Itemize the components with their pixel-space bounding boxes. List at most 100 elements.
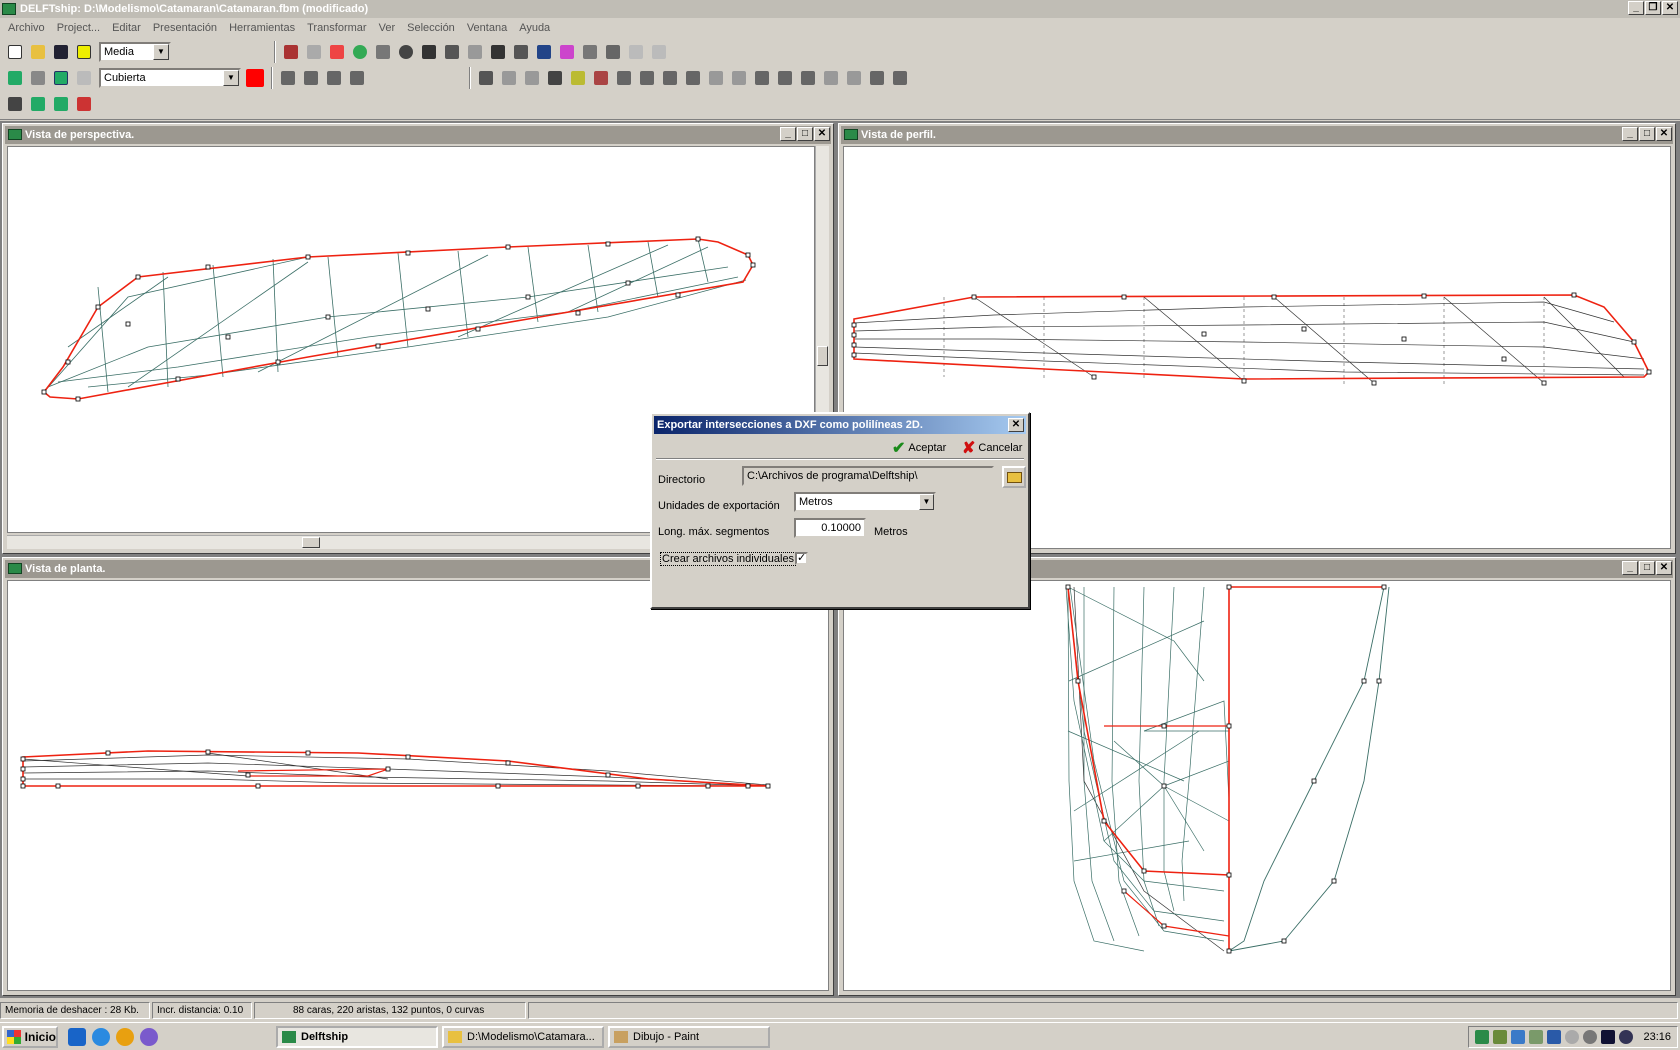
maximize-button[interactable]: □ [1639,561,1655,575]
edit-tool-10-button[interactable] [682,67,704,89]
view-tool-3-button[interactable] [323,67,345,89]
edit-tool-9-button[interactable] [659,67,681,89]
maximize-button[interactable]: □ [797,127,813,141]
show-desktop-icon[interactable] [68,1027,86,1046]
individual-files-label[interactable]: Crear archivos individuales [660,552,797,566]
edit-tool-18-button[interactable] [866,67,888,89]
precision-select[interactable]: Media ▼ [99,42,171,62]
edit-tool-2-button[interactable] [498,67,520,89]
menu-transformar[interactable]: Transformar [301,22,373,34]
menu-project[interactable]: Project... [51,22,106,34]
view-tool-2-button[interactable] [300,67,322,89]
internet-explorer-icon[interactable] [92,1027,110,1046]
dialog-titlebar[interactable]: Exportar intersecciones a DXF como polil… [654,416,1026,434]
tray-app-icon[interactable] [1475,1030,1490,1044]
layer-visibility-button[interactable] [27,67,49,89]
menu-seleccion[interactable]: Selección [401,22,461,34]
flow-lines-button[interactable] [533,41,555,63]
plan-viewport[interactable]: Vista de planta. _ □ ✕ [2,557,834,996]
edit-tool-13-button[interactable] [751,67,773,89]
minimize-button[interactable]: _ [1628,1,1644,15]
hydro-tool-1-button[interactable] [4,93,26,115]
curve-1-button[interactable] [625,41,647,63]
buttocks-button[interactable] [441,41,463,63]
edit-tool-19-button[interactable] [889,67,911,89]
edit-tool-17-button[interactable] [843,67,865,89]
open-file-button[interactable] [27,41,49,63]
tray-app-icon[interactable] [1493,1030,1508,1044]
edit-tool-1-button[interactable] [475,67,497,89]
restore-button[interactable]: ❐ [1645,1,1661,15]
clock[interactable]: 23:16 [1643,1031,1671,1043]
profile-view-titlebar[interactable]: Vista de perfil. _ □ ✕ [841,126,1673,144]
shade-button[interactable] [395,41,417,63]
edit-tool-12-button[interactable] [728,67,750,89]
volume-icon[interactable] [1619,1030,1634,1044]
show-interior-edges-button[interactable] [326,41,348,63]
layers-button[interactable] [4,67,26,89]
close-button[interactable]: ✕ [1656,127,1672,141]
close-button[interactable]: ✕ [814,127,830,141]
new-file-button[interactable] [4,41,26,63]
max-segment-input[interactable]: 0.10000 [794,518,866,538]
start-button[interactable]: Inicio [2,1025,58,1048]
tray-app-icon[interactable] [1529,1030,1544,1044]
chevron-down-icon[interactable]: ▼ [919,494,934,510]
edit-tool-5-button[interactable] [567,67,589,89]
task-paint[interactable]: Dibujo - Paint [608,1025,770,1048]
show-control-net-button[interactable] [280,41,302,63]
menu-archivo[interactable]: Archivo [2,22,51,34]
chevron-down-icon[interactable]: ▼ [153,44,169,60]
minimize-button[interactable]: _ [1622,127,1638,141]
delftship-app-icon[interactable] [2,3,16,15]
tray-app-icon[interactable] [1601,1030,1616,1044]
chevron-down-icon[interactable]: ▼ [223,70,239,86]
maximize-button[interactable]: □ [1639,127,1655,141]
messenger-icon[interactable] [116,1027,134,1046]
plan-canvas[interactable] [7,580,829,991]
edit-tool-3-button[interactable] [521,67,543,89]
menu-herramientas[interactable]: Herramientas [223,22,301,34]
scrollbar-thumb[interactable] [302,537,320,548]
show-normals-button[interactable] [349,41,371,63]
task-explorer-folder[interactable]: D:\Modelismo\Catamara... [442,1025,604,1048]
menu-ver[interactable]: Ver [373,22,402,34]
edit-tool-4-button[interactable] [544,67,566,89]
layer-select[interactable]: Cubierta ▼ [99,68,241,88]
tray-app-icon[interactable] [1583,1030,1598,1044]
tray-app-icon[interactable] [1565,1030,1580,1044]
menu-presentacion[interactable]: Presentación [147,22,223,34]
bodyplan-viewport[interactable]: _ □ ✕ [838,557,1676,996]
design-hydro-button[interactable] [602,41,624,63]
view-tool-1-button[interactable] [277,67,299,89]
browse-folder-button[interactable] [1002,466,1026,488]
layer-grid-button[interactable] [73,67,95,89]
close-button[interactable]: ✕ [1662,1,1678,15]
view-tool-4-button[interactable] [346,67,368,89]
edit-tool-14-button[interactable] [774,67,796,89]
dialog-close-button[interactable]: ✕ [1008,418,1024,432]
menu-ayuda[interactable]: Ayuda [513,22,556,34]
media-player-icon[interactable] [140,1027,158,1046]
minimize-button[interactable]: _ [780,127,796,141]
edit-tool-16-button[interactable] [820,67,842,89]
hydro-tool-3-button[interactable] [50,93,72,115]
directory-field[interactable]: C:\Archivos de programa\Delftship\ [742,466,994,486]
edit-tool-6-button[interactable] [590,67,612,89]
cancel-button[interactable]: ✘ Cancelar [962,438,1022,458]
bodyplan-canvas[interactable] [843,580,1671,991]
edit-tool-11-button[interactable] [705,67,727,89]
edit-tool-7-button[interactable] [613,67,635,89]
curvature-button[interactable] [556,41,578,63]
edit-tool-15-button[interactable] [797,67,819,89]
markers-button[interactable] [579,41,601,63]
task-delftship[interactable]: Delftship [276,1025,438,1048]
network-icon[interactable] [1547,1030,1562,1044]
show-grid-button[interactable] [372,41,394,63]
diagonals-button[interactable] [487,41,509,63]
close-button[interactable]: ✕ [1656,561,1672,575]
tray-app-icon[interactable] [1511,1030,1526,1044]
menu-ventana[interactable]: Ventana [461,22,513,34]
waterlines-button[interactable] [464,41,486,63]
scrollbar-thumb[interactable] [817,346,828,366]
